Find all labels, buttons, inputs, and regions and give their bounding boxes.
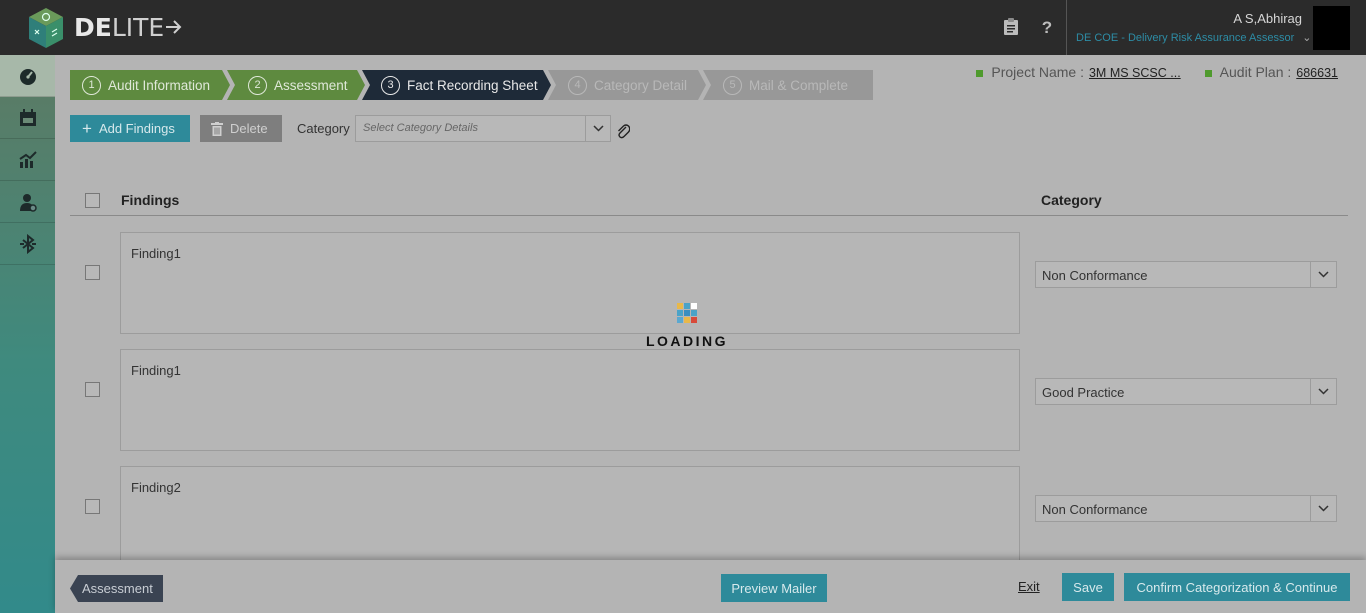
row-category-value: Non Conformance [1042, 502, 1148, 517]
project-name-link[interactable]: 3M MS SCSC ... [1089, 66, 1181, 80]
user-panel[interactable]: A S,Abhirag DE COE - Delivery Risk Assur… [1066, 0, 1366, 55]
chevron-down-icon [1310, 496, 1336, 521]
step-label: Mail & Complete [749, 77, 849, 93]
save-button[interactable]: Save [1062, 573, 1114, 601]
step-number: 4 [568, 75, 587, 95]
step-audit-information[interactable]: 1 Audit Information [70, 70, 230, 100]
sidebar-item-chart[interactable] [0, 139, 55, 181]
status-square [1204, 69, 1212, 77]
add-findings-button[interactable]: + Add Findings [70, 115, 190, 142]
step-number: 3 [381, 75, 400, 95]
wizard-steps: 1 Audit Information 2 Assessment 3 Fact Rec… [70, 70, 873, 100]
clipboard-icon[interactable] [1000, 17, 1022, 39]
sidebar-item-dashboard[interactable] [0, 55, 55, 97]
findings-table-header: Findings Category [70, 189, 1348, 216]
audit-plan-link[interactable]: 686631 [1296, 66, 1338, 80]
top-bar: DELITE ? A S,Abhirag DE COE - Delivery R… [0, 0, 1366, 55]
project-info: Project Name :3M MS SCSC ... Audit Plan … [976, 64, 1338, 80]
add-findings-label: Add Findings [98, 121, 175, 136]
trash-icon [211, 121, 223, 136]
scrollbar[interactable] [1349, 55, 1366, 560]
avatar[interactable] [1313, 6, 1350, 50]
user-settings-icon [19, 193, 37, 212]
loading-spinner-icon [677, 303, 697, 323]
chevron-down-icon: ⌄ [1302, 32, 1312, 44]
findings-column-header: Findings [121, 192, 180, 208]
step-fact-recording-sheet[interactable]: 3 Fact Recording Sheet [362, 70, 551, 100]
step-label: Assessment [274, 77, 348, 93]
delete-button[interactable]: Delete [200, 115, 282, 142]
step-category-detail[interactable]: 4 Category Detail [548, 70, 706, 100]
calendar-icon [19, 108, 36, 126]
preview-mailer-button[interactable]: Preview Mailer [721, 574, 827, 602]
project-name: Project Name :3M MS SCSC ... [976, 64, 1181, 80]
app-logo-text: DELITE [74, 14, 183, 42]
user-role-label: DE COE - Delivery Risk Assurance Assesso… [1076, 32, 1295, 44]
delete-label: Delete [230, 121, 268, 136]
row-checkbox[interactable] [85, 265, 100, 280]
loading-indicator: LOADING [632, 303, 742, 349]
audit-plan: Audit Plan :686631 [1204, 64, 1338, 80]
row-checkbox[interactable] [85, 499, 100, 514]
category-column-header: Category [1041, 192, 1102, 208]
user-name: A S,Abhirag [1233, 11, 1302, 26]
step-mail-complete[interactable]: 5 Mail & Complete [703, 70, 873, 100]
finding-textarea[interactable]: Finding2 [120, 466, 1020, 568]
step-label: Audit Information [108, 77, 211, 93]
attachment-icon[interactable] [616, 123, 630, 139]
row-category-select[interactable]: Non Conformance [1035, 495, 1337, 522]
row-category-value: Good Practice [1042, 385, 1125, 400]
main-content: 1 Audit Information 2 Assessment 3 Fact Rec… [55, 55, 1366, 613]
row-checkbox[interactable] [85, 382, 100, 397]
row-category-select[interactable]: Good Practice [1035, 378, 1337, 405]
user-role-dropdown[interactable]: DE COE - Delivery Risk Assurance Assesso… [1076, 31, 1311, 44]
exit-link[interactable]: Exit [1018, 579, 1040, 594]
step-assessment[interactable]: 2 Assessment [227, 70, 365, 100]
table-row: Finding1 Good Practice [70, 349, 1348, 451]
status-square [976, 69, 984, 77]
back-assessment-button[interactable]: Assessment [70, 575, 163, 602]
finding-textarea[interactable]: Finding1 [120, 232, 1020, 334]
cube-logo-icon [29, 8, 63, 48]
chevron-down-icon [1310, 262, 1336, 287]
select-all-checkbox[interactable] [85, 193, 100, 208]
step-label: Fact Recording Sheet [407, 77, 538, 93]
step-number: 2 [248, 75, 267, 95]
category-label: Category [297, 121, 350, 136]
chart-icon [18, 150, 37, 168]
bluetooth-transfer-icon [19, 233, 36, 254]
chevron-down-icon [1310, 379, 1336, 404]
help-button[interactable]: ? [1036, 17, 1058, 39]
category-select[interactable]: Select Category Details [355, 115, 611, 142]
step-number: 5 [723, 75, 742, 95]
sidebar [0, 55, 55, 613]
loading-text: LOADING [645, 333, 729, 349]
chevron-down-icon [585, 116, 610, 141]
confirm-continue-button[interactable]: Confirm Categorization & Continue [1124, 573, 1350, 601]
sidebar-item-user-settings[interactable] [0, 181, 55, 223]
row-category-select[interactable]: Non Conformance [1035, 261, 1337, 288]
table-row: Finding2 Non Conformance [70, 466, 1348, 568]
footer-bar: Assessment Preview Mailer Exit Save Conf… [55, 560, 1366, 613]
plus-icon: + [82, 119, 92, 138]
finding-textarea[interactable]: Finding1 [120, 349, 1020, 451]
category-select-placeholder: Select Category Details [363, 122, 478, 134]
step-number: 1 [82, 75, 101, 95]
sidebar-item-calendar[interactable] [0, 97, 55, 139]
sidebar-item-transfer[interactable] [0, 223, 55, 265]
step-label: Category Detail [594, 77, 688, 93]
row-category-value: Non Conformance [1042, 268, 1148, 283]
dashboard-icon [19, 68, 36, 85]
